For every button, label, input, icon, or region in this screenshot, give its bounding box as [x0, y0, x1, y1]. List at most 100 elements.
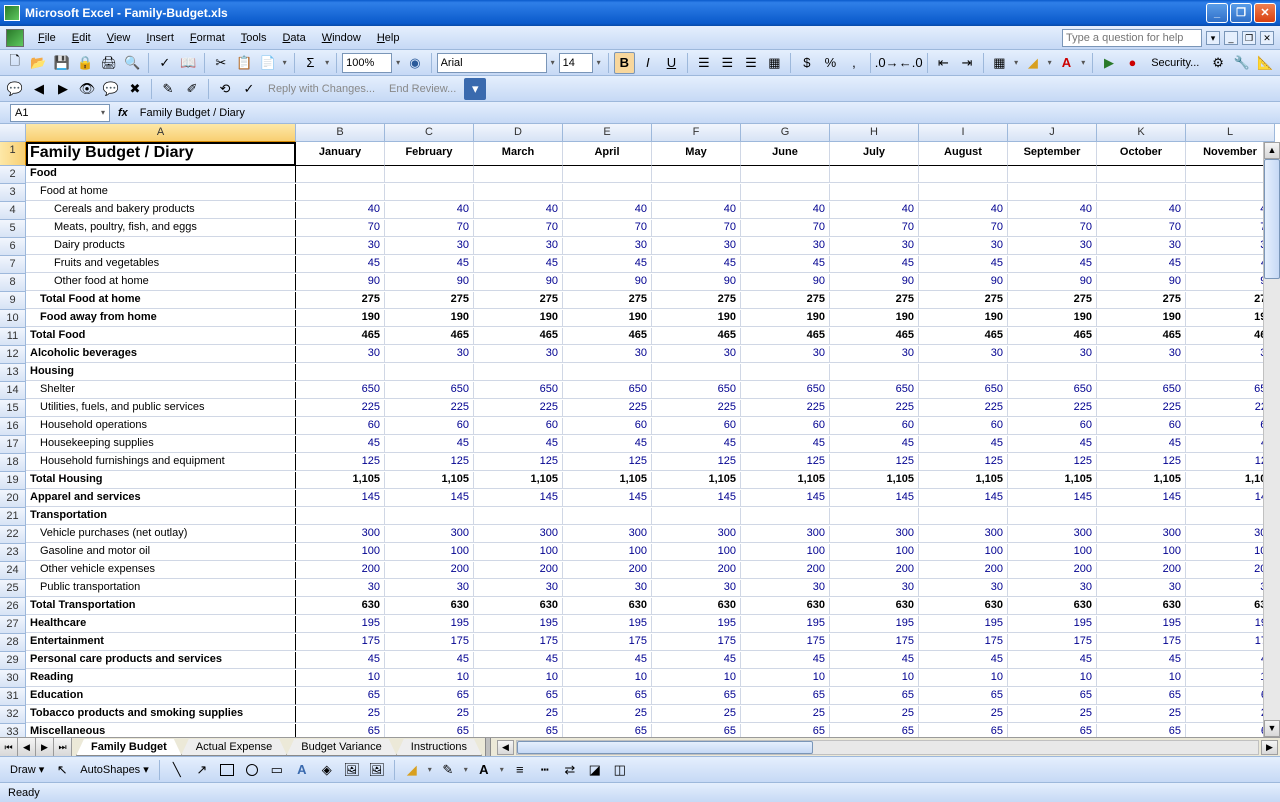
cell-B11[interactable]: 465	[296, 328, 385, 345]
arrow-style-icon[interactable]: ⇄	[559, 759, 581, 781]
cell-E29[interactable]: 45	[563, 652, 652, 669]
fill-draw-dropdown-icon[interactable]: ▾	[426, 765, 434, 774]
cell-E14[interactable]: 650	[563, 382, 652, 399]
cell-I3[interactable]	[919, 184, 1008, 201]
cell-G31[interactable]: 65	[741, 688, 830, 705]
cell-G6[interactable]: 30	[741, 238, 830, 255]
cell-G28[interactable]: 175	[741, 634, 830, 651]
cell-B30[interactable]: 10	[296, 670, 385, 687]
cell-J12[interactable]: 30	[1008, 346, 1097, 363]
cell-L16[interactable]: 6(	[1186, 418, 1275, 435]
cell-D5[interactable]: 70	[474, 220, 563, 237]
cell-I28[interactable]: 175	[919, 634, 1008, 651]
cell-J14[interactable]: 650	[1008, 382, 1097, 399]
row-header-17[interactable]: 17	[0, 436, 26, 454]
cell-L9[interactable]: 27!	[1186, 292, 1275, 309]
cell-E22[interactable]: 300	[563, 526, 652, 543]
row-header-19[interactable]: 19	[0, 472, 26, 490]
delete-comment-icon[interactable]: ✖	[124, 78, 146, 100]
cell-H30[interactable]: 10	[830, 670, 919, 687]
cell-D27[interactable]: 195	[474, 616, 563, 633]
cell-C9[interactable]: 275	[385, 292, 474, 309]
cell-L18[interactable]: 12!	[1186, 454, 1275, 471]
cell-G14[interactable]: 650	[741, 382, 830, 399]
decrease-decimal-icon[interactable]: ←.0	[900, 52, 922, 74]
cell-F30[interactable]: 10	[652, 670, 741, 687]
cell-E6[interactable]: 30	[563, 238, 652, 255]
cell-F27[interactable]: 195	[652, 616, 741, 633]
cell-I9[interactable]: 275	[919, 292, 1008, 309]
cell-K9[interactable]: 275	[1097, 292, 1186, 309]
column-header-A[interactable]: A	[26, 124, 296, 142]
cell-F1[interactable]: May	[652, 142, 741, 166]
cell-I30[interactable]: 10	[919, 670, 1008, 687]
reply-changes-button[interactable]: Reply with Changes...	[262, 83, 381, 95]
cell-F6[interactable]: 30	[652, 238, 741, 255]
cell-H12[interactable]: 30	[830, 346, 919, 363]
autosum-dropdown-icon[interactable]: ▾	[323, 58, 331, 67]
cell-J7[interactable]: 45	[1008, 256, 1097, 273]
percent-icon[interactable]: %	[820, 52, 842, 74]
vba-icon[interactable]: ⚙	[1207, 52, 1229, 74]
cell-H13[interactable]	[830, 364, 919, 381]
cell-C21[interactable]	[385, 508, 474, 525]
cell-E32[interactable]: 25	[563, 706, 652, 723]
row-header-3[interactable]: 3	[0, 184, 26, 202]
comma-icon[interactable]: ,	[843, 52, 865, 74]
print-preview-icon[interactable]: 🔍	[122, 52, 144, 74]
cell-D16[interactable]: 60	[474, 418, 563, 435]
cell-L11[interactable]: 46!	[1186, 328, 1275, 345]
cell-E10[interactable]: 190	[563, 310, 652, 327]
cell-I17[interactable]: 45	[919, 436, 1008, 453]
cell-E3[interactable]	[563, 184, 652, 201]
cell-D18[interactable]: 125	[474, 454, 563, 471]
cell-E7[interactable]: 45	[563, 256, 652, 273]
column-header-L[interactable]: L	[1186, 124, 1275, 142]
picture-icon[interactable]: 🖼	[366, 759, 388, 781]
cell-A5[interactable]: Meats, poultry, fish, and eggs	[26, 220, 296, 237]
cell-H14[interactable]: 650	[830, 382, 919, 399]
cell-H20[interactable]: 145	[830, 490, 919, 507]
cell-K7[interactable]: 45	[1097, 256, 1186, 273]
new-comment-icon[interactable]: 💬	[4, 78, 26, 100]
cell-E16[interactable]: 60	[563, 418, 652, 435]
cell-E9[interactable]: 275	[563, 292, 652, 309]
line-icon[interactable]: ╲	[166, 759, 188, 781]
italic-button[interactable]: I	[637, 52, 659, 74]
fill-dropdown-icon[interactable]: ▾	[1046, 58, 1054, 67]
name-box[interactable]: A1 ▾	[10, 104, 110, 122]
cell-L24[interactable]: 20(	[1186, 562, 1275, 579]
spelling-icon[interactable]: ✓	[154, 52, 176, 74]
cell-L22[interactable]: 30(	[1186, 526, 1275, 543]
autosum-icon[interactable]: Σ	[300, 52, 322, 74]
cell-I19[interactable]: 1,105	[919, 472, 1008, 489]
show-ink-icon[interactable]: ✐	[181, 78, 203, 100]
cell-D7[interactable]: 45	[474, 256, 563, 273]
cell-L1[interactable]: November	[1186, 142, 1275, 166]
cell-B20[interactable]: 145	[296, 490, 385, 507]
cell-I13[interactable]	[919, 364, 1008, 381]
row-header-2[interactable]: 2	[0, 166, 26, 184]
diagram-icon[interactable]: ◈	[316, 759, 338, 781]
cell-E19[interactable]: 1,105	[563, 472, 652, 489]
cell-L15[interactable]: 22!	[1186, 400, 1275, 417]
cell-F15[interactable]: 225	[652, 400, 741, 417]
column-header-K[interactable]: K	[1097, 124, 1186, 142]
cell-D12[interactable]: 30	[474, 346, 563, 363]
cell-E23[interactable]: 100	[563, 544, 652, 561]
cell-D25[interactable]: 30	[474, 580, 563, 597]
cell-B26[interactable]: 630	[296, 598, 385, 615]
3d-icon[interactable]: ◫	[609, 759, 631, 781]
cell-J17[interactable]: 45	[1008, 436, 1097, 453]
cell-D26[interactable]: 630	[474, 598, 563, 615]
row-header-23[interactable]: 23	[0, 544, 26, 562]
cell-H11[interactable]: 465	[830, 328, 919, 345]
cell-I8[interactable]: 90	[919, 274, 1008, 291]
cell-K28[interactable]: 175	[1097, 634, 1186, 651]
cell-A4[interactable]: Cereals and bakery products	[26, 202, 296, 219]
cell-A14[interactable]: Shelter	[26, 382, 296, 399]
cell-E1[interactable]: April	[563, 142, 652, 166]
cell-I5[interactable]: 70	[919, 220, 1008, 237]
cell-J4[interactable]: 40	[1008, 202, 1097, 219]
cell-G10[interactable]: 190	[741, 310, 830, 327]
